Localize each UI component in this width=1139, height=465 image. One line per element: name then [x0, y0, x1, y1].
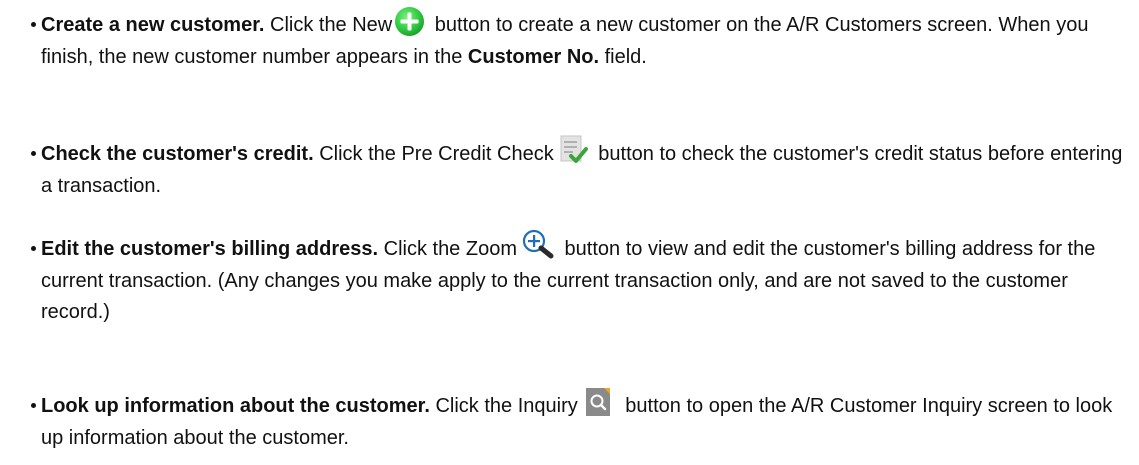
list-item-pre-text: Click the Inquiry	[429, 395, 578, 417]
inquiry-icon	[584, 387, 614, 417]
list-item-pre-text: Click the New	[264, 14, 393, 36]
list-item-heading: Check the customer's credit.	[41, 143, 314, 165]
list-item-text: Create a new customer. Click the New but…	[41, 7, 1127, 73]
zoom-icon	[521, 229, 555, 259]
bullet-icon	[31, 403, 36, 408]
list-item-text: Look up information about the customer. …	[41, 387, 1127, 454]
new-plus-icon	[394, 6, 425, 37]
list-item-heading: Edit the customer's billing address.	[41, 238, 379, 260]
list-item-heading: Create a new customer.	[41, 14, 265, 36]
bullet-icon	[31, 151, 36, 156]
bullet-icon	[31, 246, 36, 251]
list-item-text: Check the customer's credit. Click the P…	[41, 135, 1127, 202]
list-item-pre-text: Click the Zoom	[378, 238, 517, 260]
bullet-icon	[31, 22, 36, 27]
credit-check-icon	[558, 135, 588, 165]
help-page: Create a new customer. Click the New but…	[0, 0, 1139, 465]
list-item-text: Edit the customer's billing address. Cli…	[41, 229, 1127, 329]
list-item-tail-text: field.	[599, 45, 647, 68]
customer-no-field-name: Customer No.	[467, 45, 600, 68]
list-item-pre-text: Click the Pre Credit Check	[313, 143, 554, 165]
list-item-heading: Look up information about the customer.	[41, 395, 430, 417]
